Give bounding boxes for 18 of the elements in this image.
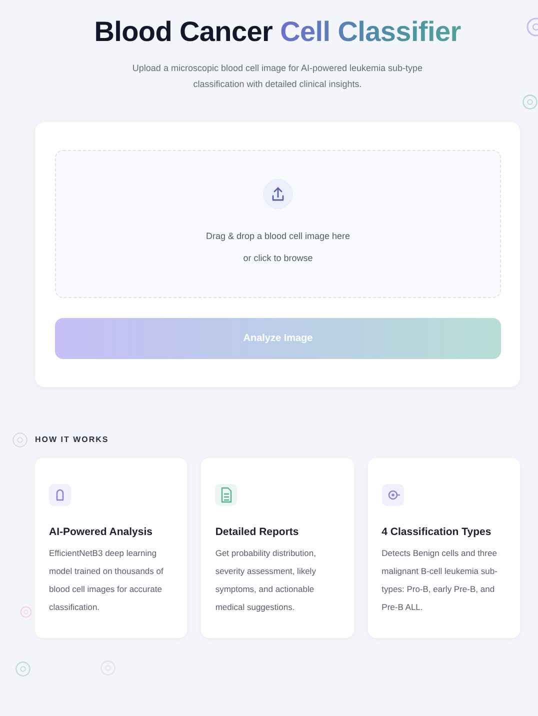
circle-icon [15,661,31,677]
circle-icon [12,432,28,448]
card-title: Detailed Reports [215,526,300,538]
card-title: AI-Powered Analysis [49,526,154,538]
card-description: Detects Benign cells and three malignant B-cell leukemia sub-types: Pro-B, early Pre-B, and Pre-B ALL. [382,547,498,614]
drop-prompt: Drag & drop a blood cell image here [206,230,350,243]
page-title: Blood Cancer Cell Classifier [93,16,462,48]
drop-zone[interactable]: Drag & drop a blood cell image here or click to browse [55,150,501,298]
upload-icon [263,179,293,209]
target-icon [382,484,404,506]
card-description: EfficientNetB3 deep learning model trained on thousands of blood cell images for accurate classification. [49,547,164,614]
circle-icon [522,94,538,110]
browse-hint: or click to browse [243,252,313,265]
section-heading: HOW IT WORKS [35,435,110,444]
card-title: 4 Classification Types [382,526,492,538]
card-description: Get probability distribution, severity assessment, likely symptoms, and actionable medical suggestions. [215,547,317,614]
subtitle-text: Upload a microscopic blood cell image for AI-powered leukemia sub-type classification with detailed clinical insights. [131,62,424,91]
document-icon [215,484,238,506]
